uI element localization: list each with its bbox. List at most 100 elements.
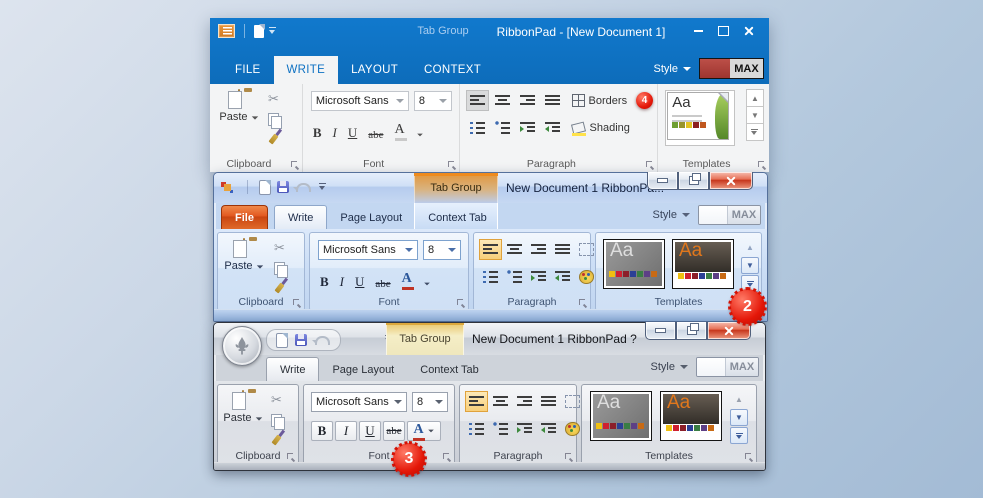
paste-button[interactable]: Paste xyxy=(223,239,265,272)
max-toggle-button[interactable]: MAX xyxy=(696,357,759,377)
dialog-launcher[interactable] xyxy=(457,299,465,307)
gallery-scroll-down-button[interactable]: ▼ xyxy=(746,106,764,124)
copy-icon[interactable] xyxy=(274,262,285,275)
format-painter-icon[interactable] xyxy=(271,435,281,446)
paste-button[interactable]: Paste xyxy=(218,90,260,123)
align-center-button[interactable] xyxy=(503,239,526,260)
style-dropdown[interactable]: Style xyxy=(654,63,691,75)
tab-page-layout[interactable]: Page Layout xyxy=(327,206,415,229)
close-button[interactable] xyxy=(707,322,751,340)
justify-button[interactable] xyxy=(541,90,564,111)
increase-indent-button[interactable] xyxy=(513,418,536,439)
cut-icon[interactable]: ✂ xyxy=(271,393,282,406)
template-gallery-item[interactable]: Aa xyxy=(665,90,735,146)
tab-file[interactable]: FILE xyxy=(222,56,274,84)
align-left-button[interactable] xyxy=(466,90,489,111)
tab-layout[interactable]: LAYOUT xyxy=(338,56,411,84)
chevron-down-icon[interactable] xyxy=(417,134,423,137)
qat-dropdown-icon[interactable] xyxy=(318,183,326,191)
align-left-button[interactable] xyxy=(479,239,502,260)
dialog-launcher[interactable] xyxy=(758,161,766,169)
increase-indent-button[interactable] xyxy=(527,266,550,287)
close-button[interactable] xyxy=(736,23,761,39)
decrease-indent-button[interactable] xyxy=(541,117,564,138)
undo-icon[interactable] xyxy=(296,183,311,192)
bold-button[interactable]: B xyxy=(313,125,322,141)
save-icon[interactable] xyxy=(295,334,307,346)
shading-button[interactable]: Shading xyxy=(572,117,630,138)
bullet-list-button[interactable] xyxy=(489,418,512,439)
tab-context[interactable]: CONTEXT xyxy=(411,56,494,84)
align-right-button[interactable] xyxy=(516,90,539,111)
gallery-scroll-down-button[interactable]: ▼ xyxy=(730,409,748,426)
dialog-launcher[interactable] xyxy=(291,161,299,169)
tab-write[interactable]: WRITE xyxy=(274,56,339,84)
maximize-button[interactable] xyxy=(711,23,736,39)
align-left-button[interactable] xyxy=(465,391,488,412)
format-painter-icon[interactable] xyxy=(268,134,278,145)
strikethrough-button[interactable]: abe xyxy=(368,129,383,141)
minimize-button[interactable] xyxy=(645,322,676,340)
font-family-combo[interactable]: Microsoft Sans xyxy=(318,240,418,260)
gallery-scroll-up-button[interactable]: ▲ xyxy=(730,391,748,408)
minimize-button[interactable] xyxy=(647,172,678,190)
template-gallery-item[interactable]: Aa xyxy=(672,239,734,289)
style-dropdown[interactable]: Style xyxy=(653,209,690,221)
restore-button[interactable] xyxy=(678,172,709,190)
app-icon[interactable] xyxy=(221,181,235,194)
justify-button[interactable] xyxy=(551,239,574,260)
copy-icon[interactable] xyxy=(268,113,279,126)
template-gallery-item[interactable]: Aa xyxy=(590,391,652,441)
decrease-indent-button[interactable] xyxy=(537,418,560,439)
tab-context[interactable]: Context Tab xyxy=(415,206,500,229)
tab-write[interactable]: Write xyxy=(266,357,319,381)
dialog-launcher[interactable] xyxy=(565,453,573,461)
minimize-button[interactable] xyxy=(686,23,711,39)
italic-button[interactable]: I xyxy=(333,125,337,141)
strikethrough-button[interactable]: abe xyxy=(383,421,405,441)
underline-button[interactable]: U xyxy=(359,421,381,441)
new-document-icon[interactable] xyxy=(260,181,270,194)
font-family-combo[interactable]: Microsoft Sans xyxy=(311,392,407,412)
paste-button[interactable]: Paste xyxy=(222,391,264,424)
gallery-more-button[interactable] xyxy=(746,123,764,141)
new-document-icon[interactable] xyxy=(254,25,264,38)
gallery-scroll-up-button[interactable]: ▲ xyxy=(746,89,764,107)
style-dropdown[interactable]: Style xyxy=(651,361,688,373)
format-painter-icon[interactable] xyxy=(274,283,284,294)
dialog-launcher[interactable] xyxy=(293,299,301,307)
application-orb-button[interactable] xyxy=(222,326,262,366)
gallery-more-button[interactable] xyxy=(730,427,748,444)
template-gallery-item[interactable]: Aa xyxy=(603,239,665,289)
template-gallery-item[interactable]: Aa xyxy=(660,391,722,441)
underline-button[interactable]: U xyxy=(355,274,364,290)
italic-button[interactable]: I xyxy=(340,274,344,290)
font-color-button[interactable]: A xyxy=(395,122,405,141)
chevron-down-icon[interactable] xyxy=(424,283,430,286)
align-right-button[interactable] xyxy=(527,239,550,260)
italic-button[interactable]: I xyxy=(335,421,357,441)
undo-icon[interactable] xyxy=(315,336,330,345)
decrease-indent-button[interactable] xyxy=(551,266,574,287)
tab-write[interactable]: Write xyxy=(274,205,327,229)
tab-file[interactable]: File xyxy=(221,205,268,229)
numbered-list-button[interactable] xyxy=(479,266,502,287)
dialog-launcher[interactable] xyxy=(646,161,654,169)
dialog-launcher[interactable] xyxy=(448,161,456,169)
borders-button[interactable]: Borders xyxy=(572,90,628,111)
bold-button[interactable]: B xyxy=(320,274,329,290)
dialog-launcher[interactable] xyxy=(443,453,451,461)
dialog-launcher[interactable] xyxy=(287,453,295,461)
cut-icon[interactable]: ✂ xyxy=(274,241,285,254)
numbered-list-button[interactable] xyxy=(465,418,488,439)
save-icon[interactable] xyxy=(277,181,289,193)
gallery-scroll-up-button[interactable]: ▲ xyxy=(741,239,759,256)
numbered-list-button[interactable] xyxy=(466,117,489,138)
tab-context[interactable]: Context Tab xyxy=(407,358,492,381)
strikethrough-button[interactable]: abe xyxy=(375,278,390,290)
align-center-button[interactable] xyxy=(489,391,512,412)
bullet-list-button[interactable] xyxy=(503,266,526,287)
bold-button[interactable]: B xyxy=(311,421,333,441)
underline-button[interactable]: U xyxy=(348,125,357,141)
restore-button[interactable] xyxy=(676,322,707,340)
